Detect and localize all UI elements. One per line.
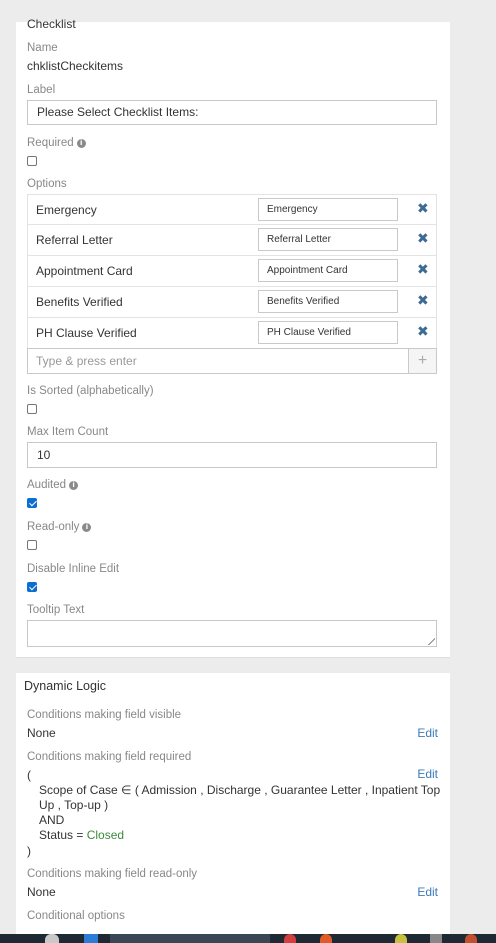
- edit-visible-link[interactable]: Edit: [417, 726, 438, 740]
- option-name: PH Clause Verified: [36, 326, 137, 340]
- disable-inline-edit-checkbox[interactable]: [27, 582, 37, 592]
- option-row: Appointment Card Appointment Card ✖: [27, 256, 437, 287]
- required-status-condition: Status = Closed: [39, 828, 124, 842]
- panel-header: Checklist: [27, 17, 76, 31]
- info-icon[interactable]: i: [69, 481, 79, 490]
- readonly-conditions-value: None: [27, 885, 56, 899]
- tooltip-label: Tooltip Text: [27, 604, 85, 616]
- required-and: AND: [39, 813, 65, 827]
- edit-required-link[interactable]: Edit: [417, 767, 438, 781]
- required-label-text: Required: [27, 137, 74, 149]
- options-label: Options: [27, 178, 67, 190]
- field-properties-panel: Checklist Name chklistCheckitems Label P…: [16, 17, 450, 658]
- options-list: Emergency Emergency ✖ Referral Letter Re…: [27, 194, 437, 349]
- taskbar-icon[interactable]: [84, 934, 98, 943]
- option-row: PH Clause Verified PH Clause Verified ✖: [27, 318, 437, 349]
- edit-readonly-link[interactable]: Edit: [417, 885, 438, 899]
- option-name: Benefits Verified: [36, 295, 123, 309]
- resize-grip-icon[interactable]: [423, 633, 435, 645]
- plus-icon[interactable]: +: [408, 348, 437, 374]
- status-condition-prefix: Status =: [39, 828, 87, 842]
- visible-conditions-value: None: [27, 726, 56, 740]
- max-item-input[interactable]: 10: [27, 442, 437, 468]
- dynamic-logic-panel: Dynamic Logic Conditions making field vi…: [16, 673, 450, 935]
- remove-icon[interactable]: ✖: [417, 231, 429, 247]
- option-row: Benefits Verified Benefits Verified ✖: [27, 287, 437, 318]
- readonly-conditions-label: Conditions making field read-only: [27, 868, 198, 880]
- name-value: chklistCheckitems: [27, 59, 124, 73]
- remove-icon[interactable]: ✖: [417, 324, 429, 340]
- option-value-input[interactable]: Referral Letter: [258, 228, 398, 251]
- audited-label-text: Audited: [27, 479, 67, 491]
- status-condition-value: Closed: [86, 828, 125, 842]
- add-option-input[interactable]: Type & press enter: [27, 348, 409, 374]
- audited-checkbox[interactable]: [27, 498, 37, 508]
- is-sorted-label: Is Sorted (alphabetically): [27, 385, 154, 397]
- option-row: Emergency Emergency ✖: [27, 194, 437, 225]
- name-label: Name: [27, 42, 58, 54]
- taskbar-icon[interactable]: [465, 934, 477, 943]
- required-label: Required i: [27, 137, 86, 149]
- remove-icon[interactable]: ✖: [417, 201, 429, 217]
- taskbar-icon[interactable]: [430, 934, 442, 943]
- required-checkbox[interactable]: [27, 156, 37, 166]
- info-icon[interactable]: i: [76, 139, 86, 148]
- option-value-input[interactable]: Emergency: [258, 198, 398, 221]
- is-sorted-checkbox[interactable]: [27, 404, 37, 414]
- info-icon[interactable]: i: [82, 523, 92, 532]
- option-name: Appointment Card: [36, 264, 133, 278]
- readonly-checkbox[interactable]: [27, 540, 37, 550]
- required-conditions-label: Conditions making field required: [27, 751, 192, 763]
- taskbar-icon[interactable]: [320, 934, 332, 943]
- required-close-paren: ): [27, 844, 31, 858]
- required-condition-line: Up , Top-up ): [39, 798, 109, 812]
- option-name: Referral Letter: [36, 233, 113, 247]
- option-value-input[interactable]: Benefits Verified: [258, 290, 398, 313]
- conditional-options-label: Conditional options: [27, 910, 125, 922]
- audited-label: Audited i: [27, 479, 79, 491]
- remove-icon[interactable]: ✖: [417, 262, 429, 278]
- tooltip-textarea[interactable]: [27, 620, 437, 647]
- taskbar: [0, 934, 496, 943]
- readonly-label: Read-only i: [27, 521, 92, 533]
- readonly-label-text: Read-only: [27, 521, 80, 533]
- taskbar-active-item[interactable]: [110, 934, 270, 943]
- taskbar-icon[interactable]: [395, 934, 407, 943]
- required-condition-line: Scope of Case ∈ ( Admission , Discharge …: [39, 783, 441, 797]
- dynamic-logic-title: Dynamic Logic: [24, 679, 106, 693]
- disable-inline-edit-label: Disable Inline Edit: [27, 563, 120, 575]
- option-value-input[interactable]: PH Clause Verified: [258, 321, 398, 344]
- visible-conditions-label: Conditions making field visible: [27, 709, 182, 721]
- remove-icon[interactable]: ✖: [417, 293, 429, 309]
- option-row: Referral Letter Referral Letter ✖: [27, 225, 437, 256]
- label-label: Label: [27, 84, 56, 96]
- add-option-row: Type & press enter +: [27, 348, 437, 374]
- option-name: Emergency: [36, 203, 97, 217]
- option-value-input[interactable]: Appointment Card: [258, 259, 398, 282]
- required-open-paren: (: [27, 768, 31, 782]
- max-item-label: Max Item Count: [27, 426, 109, 438]
- taskbar-icon[interactable]: [45, 934, 59, 943]
- taskbar-icon[interactable]: [284, 934, 296, 943]
- label-input[interactable]: Please Select Checklist Items:: [27, 100, 437, 125]
